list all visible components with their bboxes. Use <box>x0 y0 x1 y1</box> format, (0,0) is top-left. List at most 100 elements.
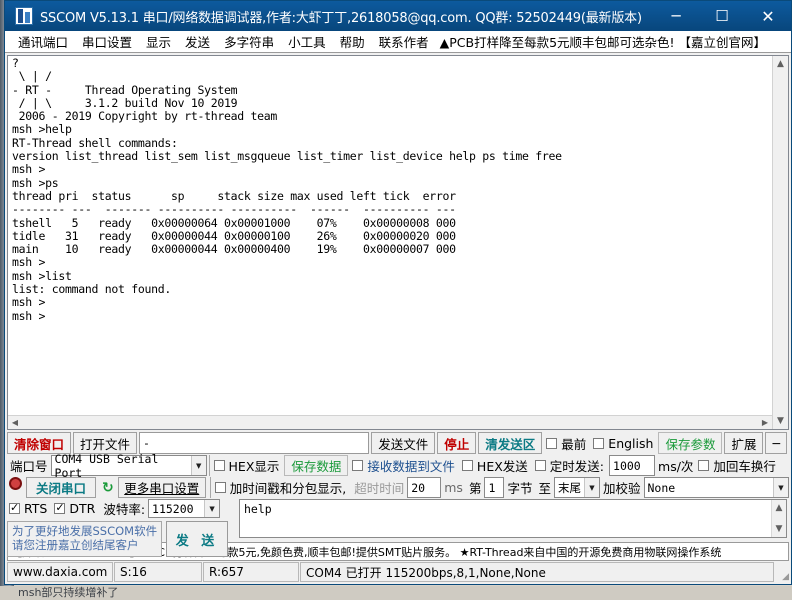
hex-display-label: HEX显示 <box>228 459 280 474</box>
english-label: English <box>608 435 654 451</box>
chevron-down-icon[interactable]: ▼ <box>773 478 788 497</box>
hex-send-checkbox[interactable]: HEX发送 <box>460 455 533 476</box>
app-icon <box>15 7 33 25</box>
baud-rate-label: 波特率: <box>103 502 146 517</box>
scroll-down-icon[interactable]: ▼ <box>773 413 788 429</box>
scroll-left-icon[interactable]: ◀ <box>8 418 22 427</box>
timed-send-interval-input[interactable]: 1000 <box>609 455 656 476</box>
menu-item-tools[interactable]: 小工具 <box>281 31 333 52</box>
scroll-up-icon[interactable]: ▲ <box>773 56 788 72</box>
status-sent-count: S:16 <box>114 562 202 582</box>
terminal-vertical-scrollbar[interactable]: ▲ ▼ <box>772 56 788 429</box>
to-label: 至 <box>538 481 551 496</box>
rts-checkbox-box[interactable] <box>9 501 20 514</box>
checksum-select-value: None <box>647 480 676 495</box>
menu-advertisement-link[interactable]: ▲PCB打样降至每款5元顺丰包邮可选杂色! 【嘉立创官网】 <box>436 31 770 52</box>
chevron-down-icon[interactable]: ▼ <box>583 478 599 497</box>
status-website[interactable]: www.daxia.com <box>7 562 113 582</box>
maximize-button[interactable]: ☐ <box>699 1 745 31</box>
stop-button[interactable]: 停止 <box>437 432 477 454</box>
add-crlf-checkbox[interactable]: 加回车换行 <box>696 455 781 476</box>
timeout-unit-label: ms <box>444 480 463 495</box>
chevron-down-icon[interactable]: ▼ <box>190 456 206 475</box>
port-options-row: 端口号 COM4 USB Serial Port ▼ HEX显示 保存数据 接收… <box>7 452 789 480</box>
add-crlf-checkbox-box[interactable] <box>698 460 710 471</box>
registration-line-1: 为了更好地发展SSCOM软件 <box>12 524 158 538</box>
hex-display-checkbox-box[interactable] <box>213 460 225 471</box>
baud-rate-value: 115200 <box>152 501 194 516</box>
resize-grip-icon[interactable]: ◢ <box>775 562 789 582</box>
dtr-checkbox-box[interactable] <box>54 501 66 514</box>
timeout-label: 超时时间 <box>354 481 405 496</box>
menu-item-serial-settings[interactable]: 串口设置 <box>75 31 139 52</box>
registration-line-2: 请您注册嘉立创结尾客户 <box>12 538 139 552</box>
recv-to-file-checkbox-box[interactable] <box>352 460 364 471</box>
terminal-output-panel: ? \ | / - RT - Thread Operating System /… <box>7 55 789 430</box>
timestamp-label: 加时间戳和分包显示, <box>229 481 347 496</box>
collapse-button[interactable]: ─ <box>765 432 787 454</box>
topmost-checkbox-box[interactable] <box>546 437 558 449</box>
english-checkbox[interactable]: English <box>591 432 658 454</box>
add-crlf-label: 加回车换行 <box>713 459 776 474</box>
scroll-right-icon[interactable]: ▶ <box>758 418 772 427</box>
rts-checkbox[interactable]: RTS <box>7 499 52 518</box>
dtr-checkbox[interactable]: DTR <box>52 499 100 518</box>
divider <box>209 477 211 498</box>
save-params-button[interactable]: 保存参数 <box>658 432 723 454</box>
port-select[interactable]: COM4 USB Serial Port ▼ <box>50 452 207 480</box>
status-connection-info: COM4 已打开 115200bps,8,1,None,None <box>300 562 774 582</box>
recv-to-file-label: 接收数据到文件 <box>367 459 455 474</box>
english-checkbox-box[interactable] <box>593 437 605 449</box>
menu-item-display[interactable]: 显示 <box>139 31 178 52</box>
refresh-icon[interactable]: ↻ <box>98 477 118 498</box>
menu-item-comm-port[interactable]: 通讯端口 <box>11 31 75 52</box>
timestamp-checkbox-box[interactable] <box>214 482 226 493</box>
send-textarea[interactable]: help <box>240 500 771 537</box>
clear-send-area-button[interactable]: 清发送区 <box>478 432 543 454</box>
topmost-checkbox[interactable]: 最前 <box>544 432 591 454</box>
menu-item-contact-author[interactable]: 联系作者 <box>372 31 436 52</box>
timestamp-checkbox[interactable]: 加时间戳和分包显示, <box>213 477 351 498</box>
close-port-button[interactable]: 关闭串口 <box>26 477 96 498</box>
send-file-button[interactable]: 发送文件 <box>371 432 436 454</box>
topmost-label: 最前 <box>561 436 587 452</box>
checksum-select[interactable]: None ▼ <box>643 477 789 498</box>
timeout-input[interactable]: 20 <box>407 477 442 498</box>
byte-end-select[interactable]: 末尾 ▼ <box>553 477 600 498</box>
baud-rate-select[interactable]: 115200 ▼ <box>148 499 221 518</box>
byte-index-input[interactable]: 1 <box>484 477 505 498</box>
connection-options-row: 关闭串口 ↻ 更多串口设置 加时间戳和分包显示, 超时时间 20 ms 第 1 … <box>7 477 789 498</box>
timed-send-checkbox-box[interactable] <box>534 460 546 471</box>
chevron-down-icon[interactable]: ▼ <box>204 500 220 517</box>
power-icon[interactable] <box>9 477 22 490</box>
checksum-label: 加校验 <box>602 481 641 496</box>
send-button[interactable]: 发 送 <box>166 521 228 557</box>
minimize-button[interactable]: ─ <box>653 1 699 31</box>
send-textarea-panel: help ▲ ▼ <box>239 499 787 538</box>
port-select-value: COM4 USB Serial Port <box>54 451 159 480</box>
send-area-scrollbar[interactable]: ▲ ▼ <box>771 500 786 537</box>
status-bar: www.daxia.com S:16 R:657 COM4 已打开 115200… <box>7 562 789 582</box>
hex-send-checkbox-box[interactable] <box>461 460 473 471</box>
scroll-up-icon[interactable]: ▲ <box>772 500 786 516</box>
terminal-output-text[interactable]: ? \ | / - RT - Thread Operating System /… <box>8 56 772 415</box>
timed-send-label: 定时发送: <box>549 459 605 474</box>
registration-notice: 为了更好地发展SSCOM软件 请您注册嘉立创结尾客户 <box>7 521 162 557</box>
save-data-button[interactable]: 保存数据 <box>284 455 349 476</box>
byte-prefix-label: 第 <box>468 481 482 496</box>
left-controls: RTS DTR 波特率: 115200 ▼ 为了更好地发展SSCOM软件 请您注… <box>7 499 235 557</box>
expand-button[interactable]: 扩展 <box>724 432 764 454</box>
scroll-down-icon[interactable]: ▼ <box>772 521 786 537</box>
window-title: SSCOM V5.13.1 串口/网络数据调试器,作者:大虾丁丁,2618058… <box>40 10 642 26</box>
more-serial-settings-button[interactable]: 更多串口设置 <box>117 477 206 498</box>
menu-item-send[interactable]: 发送 <box>178 31 217 52</box>
divider <box>208 455 210 476</box>
hex-display-checkbox[interactable]: HEX显示 <box>212 455 285 476</box>
recv-to-file-checkbox[interactable]: 接收数据到文件 <box>350 455 460 476</box>
port-number-label: 端口号 <box>10 459 48 474</box>
timed-send-checkbox[interactable]: 定时发送: <box>533 455 609 476</box>
terminal-horizontal-scrollbar[interactable]: ◀ ▶ <box>8 415 772 429</box>
close-button[interactable]: ✕ <box>745 1 791 31</box>
menu-item-help[interactable]: 帮助 <box>333 31 372 52</box>
menu-item-multi-string[interactable]: 多字符串 <box>217 31 281 52</box>
